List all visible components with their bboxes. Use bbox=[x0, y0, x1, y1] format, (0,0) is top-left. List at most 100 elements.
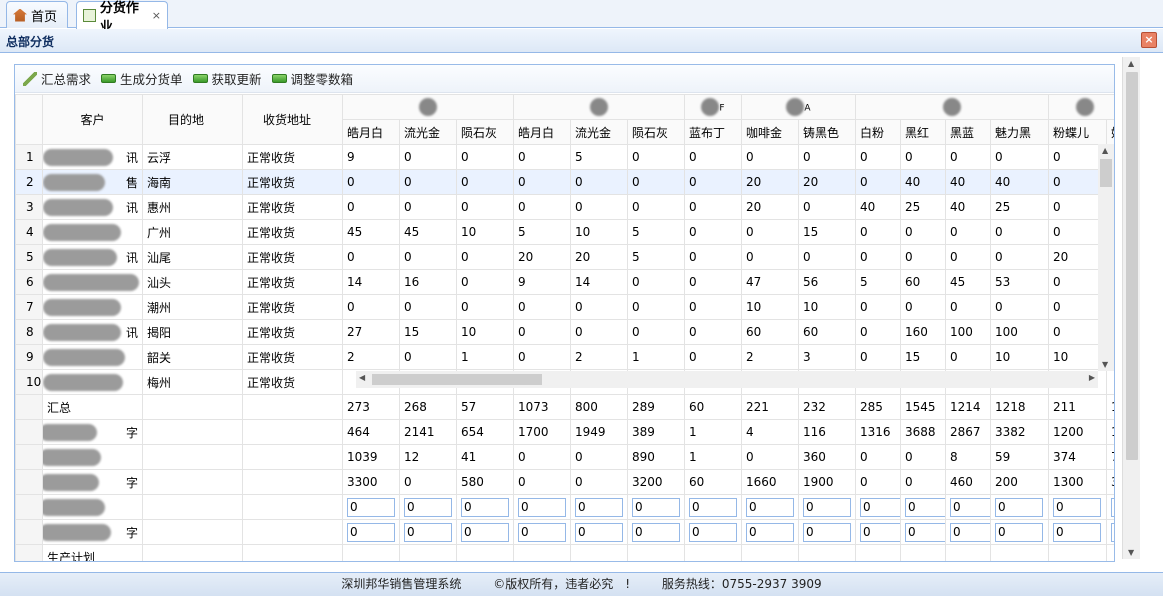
quantity-input[interactable]: 0 bbox=[347, 497, 395, 517]
quantity-input[interactable]: 0 bbox=[575, 522, 623, 542]
quantity-input[interactable]: 0 bbox=[1111, 522, 1114, 542]
qty-cell[interactable]: 1 bbox=[456, 344, 514, 370]
quantity-input[interactable]: 0 bbox=[518, 522, 566, 542]
qty-cell[interactable]: 0 bbox=[855, 144, 902, 170]
qty-cell[interactable]: 2 bbox=[570, 344, 628, 370]
product-header[interactable]: 咖啡金 bbox=[741, 119, 799, 145]
qty-cell[interactable]: 53 bbox=[990, 269, 1050, 295]
destination-header[interactable]: 目的地 bbox=[142, 94, 243, 145]
quantity-input[interactable]: 0 bbox=[632, 522, 680, 542]
qty-cell[interactable]: 0 bbox=[900, 244, 947, 270]
product-header[interactable]: 蓝布丁 bbox=[684, 119, 742, 145]
product-header[interactable]: 流光金 bbox=[399, 119, 457, 145]
quantity-input[interactable]: 0 bbox=[689, 497, 737, 517]
qty-cell[interactable]: 60 bbox=[900, 269, 947, 295]
qty-cell[interactable]: 0 bbox=[684, 269, 742, 295]
qty-cell[interactable]: 16 bbox=[399, 269, 457, 295]
qty-cell[interactable]: 56 bbox=[797, 269, 857, 295]
product-header[interactable]: 黑蓝 bbox=[945, 119, 992, 145]
qty-cell[interactable]: 5 bbox=[855, 269, 902, 295]
qty-cell[interactable]: 45 bbox=[342, 219, 400, 245]
horizontal-scrollbar[interactable]: ◀ ▶ bbox=[356, 371, 1098, 388]
quantity-input[interactable]: 0 bbox=[905, 497, 945, 517]
customer-header[interactable]: 客户 bbox=[42, 94, 143, 145]
qty-cell[interactable]: 0 bbox=[684, 344, 742, 370]
qty-cell[interactable]: 0 bbox=[399, 344, 457, 370]
qty-cell[interactable]: 10 bbox=[570, 219, 628, 245]
adjust-boxes-button[interactable]: 调整零数箱 bbox=[271, 69, 353, 88]
product-header[interactable]: 陨石灰 bbox=[627, 119, 685, 145]
table-row[interactable]: 7 潮州 正常收货 0 0 0 0 0 0 0 10 10 0 0 0 0 0 bbox=[15, 294, 1114, 320]
quantity-input[interactable]: 0 bbox=[803, 497, 851, 517]
qty-cell[interactable]: 0 bbox=[456, 244, 514, 270]
qty-cell[interactable]: 0 bbox=[797, 244, 857, 270]
table-row[interactable]: 3 讯惠州 正常收货 0 0 0 0 0 0 0 20 0 40 25 40 25 0 bbox=[15, 194, 1114, 220]
qty-cell[interactable]: 0 bbox=[399, 169, 457, 195]
quantity-input[interactable]: 0 bbox=[404, 497, 452, 517]
qty-cell[interactable]: 10 bbox=[456, 319, 514, 345]
quantity-input[interactable]: 0 bbox=[1053, 522, 1102, 542]
quantity-input[interactable]: 0 bbox=[860, 497, 900, 517]
generate-order-button[interactable]: 生成分货单 bbox=[101, 69, 183, 88]
summary-demand-button[interactable]: 汇总需求 bbox=[23, 69, 91, 88]
quantity-input[interactable]: 0 bbox=[632, 497, 680, 517]
qty-cell[interactable]: 0 bbox=[945, 219, 992, 245]
scrollbar-thumb[interactable] bbox=[1100, 159, 1112, 187]
qty-cell[interactable]: 1 bbox=[627, 344, 685, 370]
qty-cell[interactable]: 40 bbox=[990, 169, 1050, 195]
qty-cell[interactable]: 0 bbox=[513, 319, 571, 345]
qty-cell[interactable]: 60 bbox=[741, 319, 799, 345]
qty-cell[interactable]: 0 bbox=[945, 144, 992, 170]
qty-cell[interactable]: 14 bbox=[342, 269, 400, 295]
qty-cell[interactable]: 40 bbox=[945, 169, 992, 195]
product-header[interactable]: 魅力黑 bbox=[990, 119, 1050, 145]
product-header[interactable]: 粉蝶儿 bbox=[1048, 119, 1108, 145]
scroll-down-icon[interactable]: ▼ bbox=[1102, 360, 1108, 369]
table-row[interactable]: 8 讯揭阳 正常收货 27 15 10 0 0 0 0 60 60 0 160 100 100 0 bbox=[15, 319, 1114, 345]
qty-cell[interactable]: 0 bbox=[456, 194, 514, 220]
qty-cell[interactable]: 0 bbox=[945, 344, 992, 370]
scroll-left-icon[interactable]: ◀ bbox=[359, 373, 365, 382]
quantity-input[interactable]: 0 bbox=[1111, 497, 1114, 517]
grid-vertical-scrollbar[interactable]: ▲ ▼ bbox=[1098, 144, 1114, 371]
quantity-input[interactable]: 0 bbox=[461, 522, 509, 542]
qty-cell[interactable]: 0 bbox=[741, 244, 799, 270]
qty-cell[interactable]: 14 bbox=[570, 269, 628, 295]
product-header[interactable]: 皓月白 bbox=[513, 119, 571, 145]
qty-cell[interactable]: 0 bbox=[684, 169, 742, 195]
qty-cell[interactable]: 5 bbox=[627, 219, 685, 245]
table-row[interactable]: 5 讯汕尾 正常收货 0 0 0 20 20 5 0 0 0 0 0 0 0 20 bbox=[15, 244, 1114, 270]
scrollbar-thumb[interactable] bbox=[372, 374, 542, 385]
qty-cell[interactable]: 0 bbox=[684, 194, 742, 220]
qty-cell[interactable]: 0 bbox=[855, 244, 902, 270]
quantity-input[interactable]: 0 bbox=[575, 497, 623, 517]
scrollbar-thumb[interactable] bbox=[1126, 72, 1138, 460]
scroll-right-icon[interactable]: ▶ bbox=[1089, 373, 1095, 382]
panel-close-icon[interactable]: × bbox=[1141, 32, 1157, 48]
qty-cell[interactable]: 0 bbox=[399, 144, 457, 170]
qty-cell[interactable]: 0 bbox=[684, 294, 742, 320]
qty-cell[interactable]: 60 bbox=[797, 319, 857, 345]
qty-cell[interactable]: 0 bbox=[900, 144, 947, 170]
quantity-input[interactable]: 0 bbox=[950, 497, 990, 517]
product-header[interactable]: 白粉 bbox=[855, 119, 902, 145]
qty-cell[interactable]: 47 bbox=[741, 269, 799, 295]
qty-cell[interactable]: 20 bbox=[570, 244, 628, 270]
quantity-input[interactable]: 0 bbox=[1053, 497, 1102, 517]
qty-cell[interactable]: 0 bbox=[855, 294, 902, 320]
qty-cell[interactable]: 0 bbox=[399, 244, 457, 270]
qty-cell[interactable]: 0 bbox=[741, 144, 799, 170]
qty-cell[interactable]: 0 bbox=[855, 319, 902, 345]
qty-cell[interactable]: 0 bbox=[741, 219, 799, 245]
qty-cell[interactable]: 0 bbox=[684, 219, 742, 245]
qty-cell[interactable]: 9 bbox=[513, 269, 571, 295]
scroll-up-icon[interactable]: ▲ bbox=[1102, 146, 1108, 155]
table-row[interactable]: 9 韶关 正常收货 2 0 1 0 2 1 0 2 3 0 15 0 10 10 bbox=[15, 344, 1114, 370]
qty-cell[interactable]: 160 bbox=[900, 319, 947, 345]
quantity-input[interactable]: 0 bbox=[995, 497, 1044, 517]
qty-cell[interactable]: 5 bbox=[627, 244, 685, 270]
quantity-input[interactable]: 0 bbox=[404, 522, 452, 542]
table-row[interactable]: 1 讯云浮 正常收货 9 0 0 0 5 0 0 0 0 0 0 0 0 0 bbox=[15, 144, 1114, 170]
table-row[interactable]: 4 广州 正常收货 45 45 10 5 10 5 0 0 15 0 0 0 0 0 bbox=[15, 219, 1114, 245]
product-header[interactable]: 黑红 bbox=[900, 119, 947, 145]
